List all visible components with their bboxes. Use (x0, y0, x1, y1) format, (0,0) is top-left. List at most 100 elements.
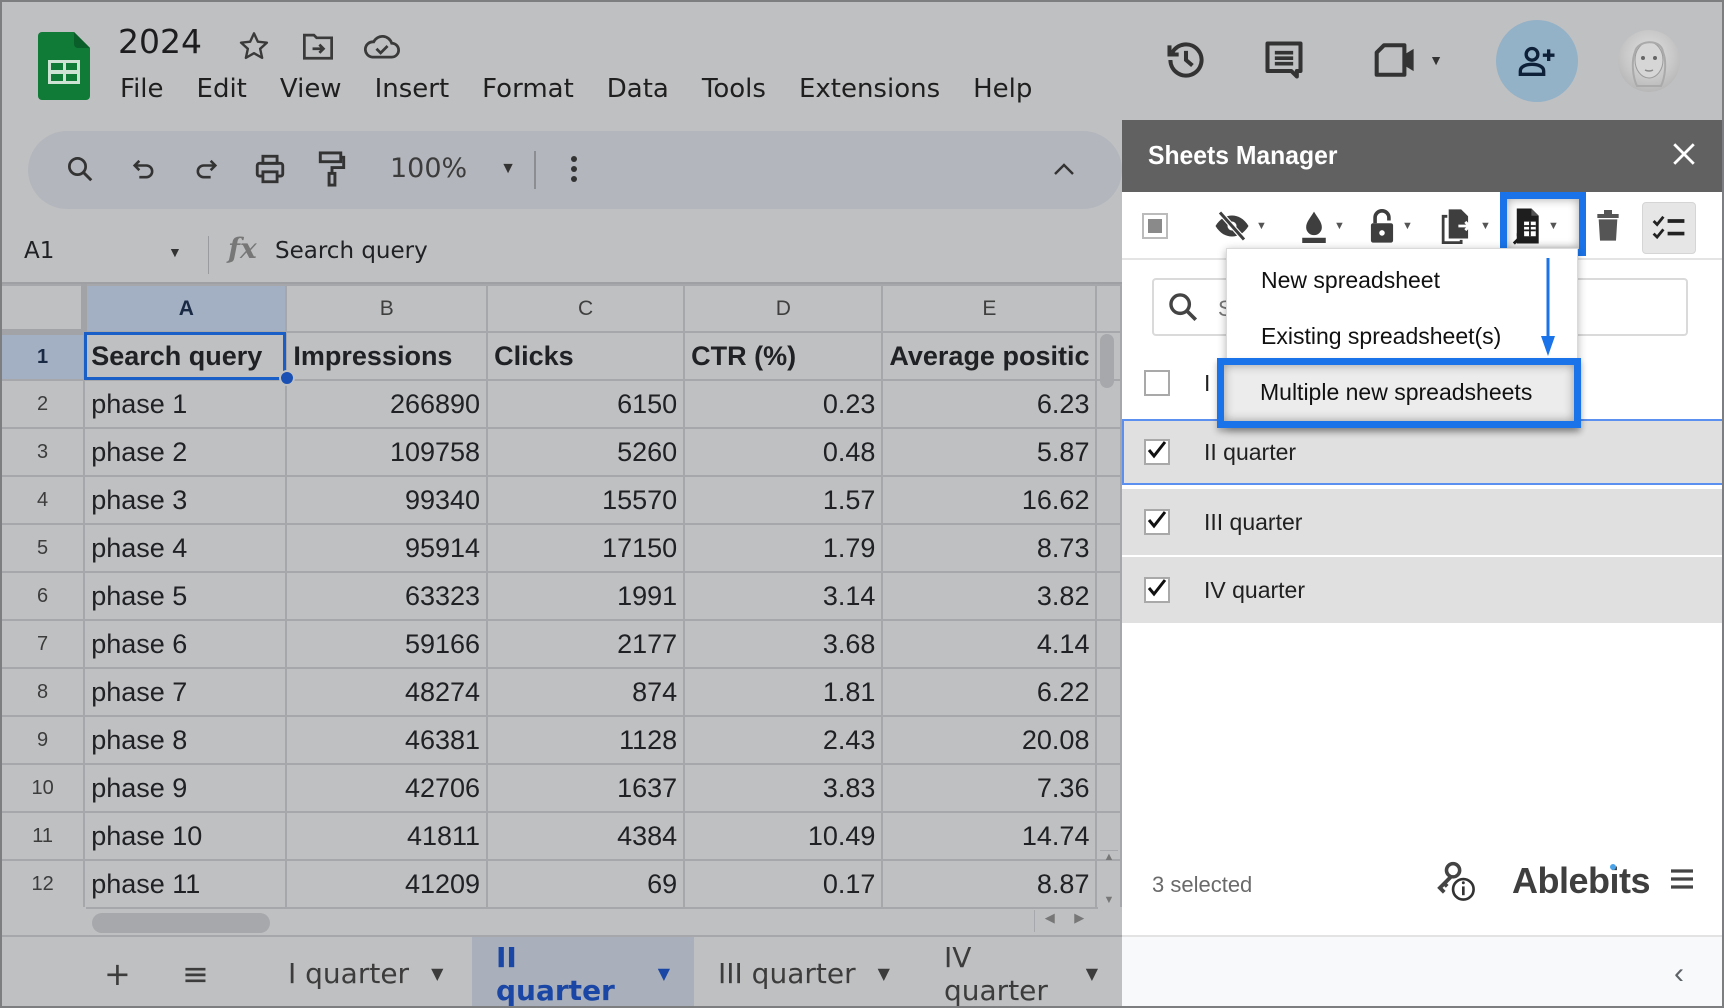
grid-cell[interactable]: 48274 (285, 667, 489, 717)
grid-cell[interactable]: phase 10 (83, 811, 288, 861)
row-header[interactable]: 1 (0, 331, 86, 381)
grid-cell[interactable]: 4384 (486, 811, 686, 861)
row-header[interactable]: 11 (0, 811, 86, 861)
menu-insert[interactable]: Insert (375, 74, 450, 104)
scroll-right-icon[interactable]: ▶ (1074, 910, 1084, 932)
sheet-checkbox[interactable] (1144, 509, 1170, 535)
multi-select-toggle-icon[interactable] (1642, 202, 1696, 254)
collapse-sidebar-icon[interactable]: ‹ (1674, 957, 1684, 991)
grid-cell[interactable]: 16.62 (881, 475, 1098, 525)
grid-cell[interactable]: 2.43 (683, 715, 884, 765)
sheet-tab-caret-icon[interactable]: ▼ (878, 964, 890, 983)
name-box[interactable]: A1 (24, 238, 54, 264)
menu-file[interactable]: File (120, 74, 164, 104)
grid-cell[interactable]: 6.23 (881, 379, 1098, 429)
grid-cell[interactable]: Impressions (285, 331, 489, 381)
delete-icon[interactable] (1596, 204, 1620, 248)
grid-cell[interactable]: phase 3 (83, 475, 288, 525)
grid-cell[interactable]: phase 7 (83, 667, 288, 717)
share-button[interactable] (1496, 20, 1578, 102)
grid-cell[interactable]: phase 1 (83, 379, 288, 429)
name-box-caret-icon[interactable]: ▼ (168, 244, 182, 260)
menu-edit[interactable]: Edit (197, 74, 247, 104)
horizontal-scrollbar-thumb[interactable] (92, 913, 270, 933)
grid-cell[interactable]: phase 2 (83, 427, 288, 477)
grid-cell[interactable]: 3.83 (683, 763, 884, 813)
grid-cell[interactable]: 41209 (285, 859, 489, 907)
copy-to-dropdown-caret-icon[interactable]: ▼ (1480, 220, 1491, 232)
column-header-c[interactable]: C (486, 284, 686, 333)
scroll-up-icon[interactable]: ▲ (1104, 851, 1115, 863)
grid-cell[interactable]: 874 (486, 667, 686, 717)
fill-handle[interactable] (279, 370, 295, 386)
hide-icon[interactable]: ▼ (1214, 204, 1267, 248)
menu-item-multiple-new-spreadsheets[interactable]: Multiple new spreadsheets (1217, 358, 1581, 428)
document-title[interactable]: 2024 (118, 22, 202, 61)
row-header[interactable]: 10 (0, 763, 86, 813)
print-icon[interactable] (250, 149, 290, 189)
grid-cell[interactable]: 1637 (486, 763, 686, 813)
grid-cell[interactable]: 8.73 (881, 523, 1098, 573)
row-header[interactable]: 4 (0, 475, 86, 525)
grid-cell[interactable]: 20.08 (881, 715, 1098, 765)
grid-cell[interactable]: phase 11 (83, 859, 288, 907)
sheet-tab-caret-icon[interactable]: ▼ (658, 964, 670, 983)
row-header[interactable]: 12 (0, 859, 86, 907)
close-icon[interactable] (1666, 136, 1702, 172)
zoom-dropdown-caret-icon[interactable]: ▼ (488, 149, 528, 189)
menu-extensions[interactable]: Extensions (799, 74, 940, 104)
grid-cell[interactable]: 6.22 (881, 667, 1098, 717)
star-icon[interactable] (236, 28, 272, 64)
grid-cell[interactable]: 8.87 (881, 859, 1098, 907)
sheet-tab-ii-quarter[interactable]: II quarter ▼ (472, 937, 694, 1008)
grid-cell[interactable]: 7.36 (881, 763, 1098, 813)
grid-cell[interactable]: 3.68 (683, 619, 884, 669)
sheet-list-item[interactable]: IV quarter (1122, 557, 1724, 623)
grid-cell[interactable]: 5.87 (881, 427, 1098, 477)
meet-dropdown-caret-icon[interactable]: ▼ (1429, 52, 1443, 68)
all-sheets-button[interactable]: ≡ (182, 955, 209, 993)
vertical-scroll-arrows[interactable]: ▲ ▼ (1100, 850, 1118, 906)
spreadsheet-grid[interactable]: A B C D E 1 Search query Impressions Clicks… (0, 282, 1122, 907)
hide-dropdown-caret-icon[interactable]: ▼ (1256, 220, 1267, 232)
grid-cell[interactable]: 3.14 (683, 571, 884, 621)
row-header[interactable]: 8 (0, 667, 86, 717)
grid-cell[interactable]: 15570 (486, 475, 686, 525)
menu-format[interactable]: Format (482, 74, 574, 104)
paint-format-icon[interactable] (312, 149, 352, 189)
sheet-tab-iii-quarter[interactable]: III quarter ▼ (694, 937, 914, 1008)
grid-cell[interactable]: 4.14 (881, 619, 1098, 669)
collapse-toolbar-icon[interactable] (1044, 149, 1084, 189)
more-icon[interactable] (554, 149, 594, 189)
redo-icon[interactable] (186, 149, 226, 189)
row-header[interactable]: 5 (0, 523, 86, 573)
column-header-a[interactable]: A (83, 284, 288, 333)
protect-dropdown-caret-icon[interactable]: ▼ (1402, 220, 1413, 232)
move-to-folder-icon[interactable] (300, 28, 336, 64)
scroll-down-icon[interactable]: ▼ (1104, 894, 1115, 906)
grid-cell[interactable]: 0.17 (683, 859, 884, 907)
grid-cell[interactable]: 109758 (285, 427, 489, 477)
grid-cell[interactable]: phase 9 (83, 763, 288, 813)
zoom-select[interactable]: 100% (390, 153, 467, 184)
grid-cell[interactable]: 69 (486, 859, 686, 907)
sheet-tab-iv-quarter[interactable]: IV quarter ▼ (920, 937, 1122, 1008)
select-all-corner[interactable] (0, 284, 88, 335)
grid-cell[interactable]: 0.23 (683, 379, 884, 429)
sheet-checkbox[interactable] (1144, 577, 1170, 603)
sheet-list-item[interactable]: III quarter (1122, 489, 1724, 555)
grid-cell[interactable]: 1.79 (683, 523, 884, 573)
select-all-icon[interactable] (1142, 204, 1168, 248)
menu-tools[interactable]: Tools (702, 74, 766, 104)
grid-cell[interactable]: 99340 (285, 475, 489, 525)
hamburger-menu-icon[interactable] (1670, 868, 1694, 895)
grid-cell[interactable]: 14.74 (881, 811, 1098, 861)
grid-cell[interactable]: 6150 (486, 379, 686, 429)
cloud-saved-icon[interactable] (364, 28, 400, 64)
copy-to-icon[interactable]: ▼ (1440, 204, 1491, 248)
row-header[interactable]: 6 (0, 571, 86, 621)
grid-cell[interactable]: 3.82 (881, 571, 1098, 621)
add-sheet-button[interactable]: + (104, 955, 131, 993)
ablebits-logo[interactable]: Ablebits (1512, 860, 1651, 902)
grid-cell[interactable]: phase 4 (83, 523, 288, 573)
